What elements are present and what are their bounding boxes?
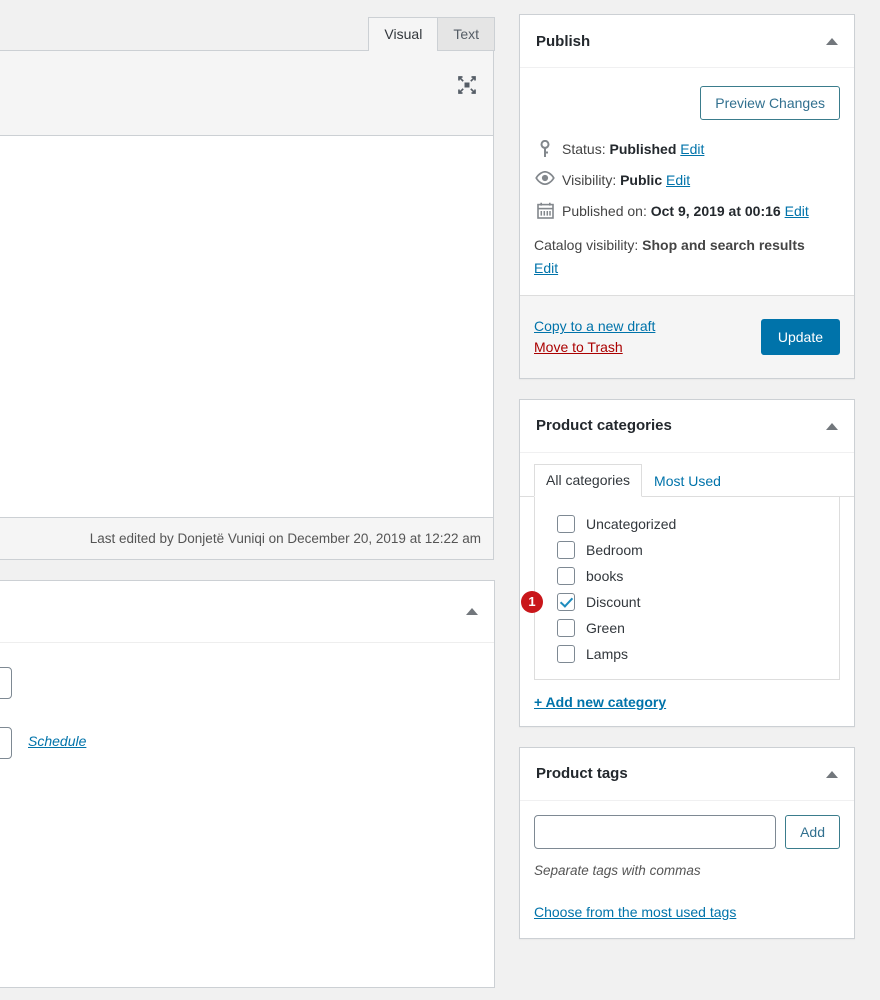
- category-label: Discount: [586, 594, 640, 610]
- left-metabox-header: [0, 581, 494, 643]
- status-label: Status:: [562, 141, 606, 157]
- catalog-visibility-edit-link[interactable]: Edit: [534, 260, 558, 276]
- tab-all-categories[interactable]: All categories: [534, 464, 642, 497]
- product-categories-metabox: Product categories All categories Most U…: [519, 399, 855, 727]
- published-on-edit-link[interactable]: Edit: [785, 203, 809, 219]
- publish-action-links: Copy to a new draft Move to Trash: [534, 318, 655, 355]
- fullscreen-expand-icon[interactable]: [455, 73, 479, 97]
- published-on-label: Published on:: [562, 203, 647, 219]
- chevron-up-icon[interactable]: [822, 764, 842, 784]
- publish-actions: Copy to a new draft Move to Trash Update: [520, 295, 854, 378]
- publish-visibility-text: Visibility: Public Edit: [562, 170, 690, 191]
- product-tags-header: Product tags: [520, 748, 854, 801]
- copy-to-new-draft-link[interactable]: Copy to a new draft: [534, 318, 655, 334]
- checkbox-discount[interactable]: [557, 593, 575, 611]
- add-tag-button[interactable]: Add: [785, 815, 840, 849]
- publish-title: Publish: [536, 33, 590, 50]
- preview-row: Preview Changes: [534, 78, 840, 134]
- product-tags-body: Add Separate tags with commas Choose fro…: [520, 801, 854, 938]
- last-edited-text: Last edited by Donjetë Vuniqi on Decembe…: [90, 531, 481, 546]
- update-button[interactable]: Update: [761, 319, 840, 355]
- tab-most-used[interactable]: Most Used: [642, 465, 733, 497]
- editor-column: Visual Text Last edited by Donjetë Vuniq…: [0, 0, 495, 1000]
- publish-date-row: Published on: Oct 9, 2019 at 00:16 Edit: [534, 196, 840, 227]
- category-label: Lamps: [586, 646, 628, 662]
- chevron-up-icon[interactable]: [822, 416, 842, 436]
- category-item-discount[interactable]: 1 Discount: [535, 589, 839, 615]
- add-new-category-link[interactable]: + Add new category: [534, 694, 666, 710]
- catalog-visibility-row: Catalog visibility: Shop and search resu…: [534, 227, 840, 281]
- editor-footer: Last edited by Donjetë Vuniqi on Decembe…: [0, 518, 494, 560]
- tag-hint-text: Separate tags with commas: [534, 849, 840, 878]
- key-icon: [534, 139, 556, 158]
- tag-entry-row: Add: [534, 815, 840, 849]
- catalog-visibility-label: Catalog visibility:: [534, 237, 638, 253]
- product-tags-title: Product tags: [536, 765, 628, 782]
- category-item-green[interactable]: Green: [535, 615, 839, 641]
- schedule-link[interactable]: Schedule: [28, 733, 86, 749]
- choose-most-used-tags-wrap: Choose from the most used tags: [534, 878, 840, 920]
- published-on-value: Oct 9, 2019 at 00:16: [651, 203, 781, 219]
- editor-mode-tabs: Visual Text: [368, 14, 495, 50]
- publish-header: Publish: [520, 15, 854, 68]
- preview-changes-button[interactable]: Preview Changes: [700, 86, 840, 120]
- left-metabox: Schedule: [0, 580, 495, 799]
- editor-toolbar: [0, 50, 494, 136]
- chevron-up-icon[interactable]: [822, 31, 842, 51]
- category-label: Green: [586, 620, 625, 636]
- category-label: Bedroom: [586, 542, 643, 558]
- add-new-category-wrap: + Add new category: [520, 680, 854, 726]
- category-label: books: [586, 568, 623, 584]
- publish-status-text: Status: Published Edit: [562, 139, 704, 160]
- checkbox-books[interactable]: [557, 567, 575, 585]
- checkbox-green[interactable]: [557, 619, 575, 637]
- publish-metabox: Publish Preview Changes: [519, 14, 855, 379]
- product-categories-body: All categories Most Used Uncategorized B…: [520, 453, 854, 726]
- product-tags-metabox: Product tags Add Separate tags with comm…: [519, 747, 855, 939]
- publish-status-row: Status: Published Edit: [534, 134, 840, 165]
- publish-date-text: Published on: Oct 9, 2019 at 00:16 Edit: [562, 201, 809, 222]
- category-tabs: All categories Most Used: [520, 453, 854, 497]
- status-value: Published: [609, 141, 676, 157]
- visibility-edit-link[interactable]: Edit: [666, 172, 690, 188]
- publish-body: Preview Changes Status: Published: [520, 68, 854, 378]
- step-badge-1: 1: [521, 591, 543, 613]
- status-edit-link[interactable]: Edit: [680, 141, 704, 157]
- category-item-uncategorized[interactable]: Uncategorized: [535, 511, 839, 537]
- calendar-icon: [534, 201, 556, 219]
- checkbox-lamps[interactable]: [557, 645, 575, 663]
- sidebar: Publish Preview Changes: [519, 0, 855, 959]
- editor-content-area[interactable]: [0, 136, 494, 518]
- choose-most-used-tags-link[interactable]: Choose from the most used tags: [534, 904, 736, 920]
- tab-visual[interactable]: Visual: [368, 17, 438, 51]
- cutoff-input-second[interactable]: [0, 727, 12, 759]
- category-list: Uncategorized Bedroom books 1 Discount: [534, 497, 840, 680]
- checkbox-bedroom[interactable]: [557, 541, 575, 559]
- category-item-books[interactable]: books: [535, 563, 839, 589]
- catalog-visibility-value: Shop and search results: [642, 237, 805, 253]
- category-item-bedroom[interactable]: Bedroom: [535, 537, 839, 563]
- category-item-lamps[interactable]: Lamps: [535, 641, 839, 667]
- chevron-up-icon[interactable]: [462, 601, 482, 621]
- product-categories-title: Product categories: [536, 417, 672, 434]
- eye-icon: [534, 170, 556, 185]
- checkbox-uncategorized[interactable]: [557, 515, 575, 533]
- tag-input[interactable]: [534, 815, 776, 849]
- visibility-value: Public: [620, 172, 662, 188]
- left-lower-panel: [0, 770, 495, 988]
- cutoff-input-first[interactable]: [0, 667, 12, 699]
- category-label: Uncategorized: [586, 516, 676, 532]
- move-to-trash-link[interactable]: Move to Trash: [534, 339, 655, 355]
- publish-visibility-row: Visibility: Public Edit: [534, 165, 840, 196]
- tab-text[interactable]: Text: [437, 17, 495, 51]
- visibility-label: Visibility:: [562, 172, 616, 188]
- product-categories-header: Product categories: [520, 400, 854, 453]
